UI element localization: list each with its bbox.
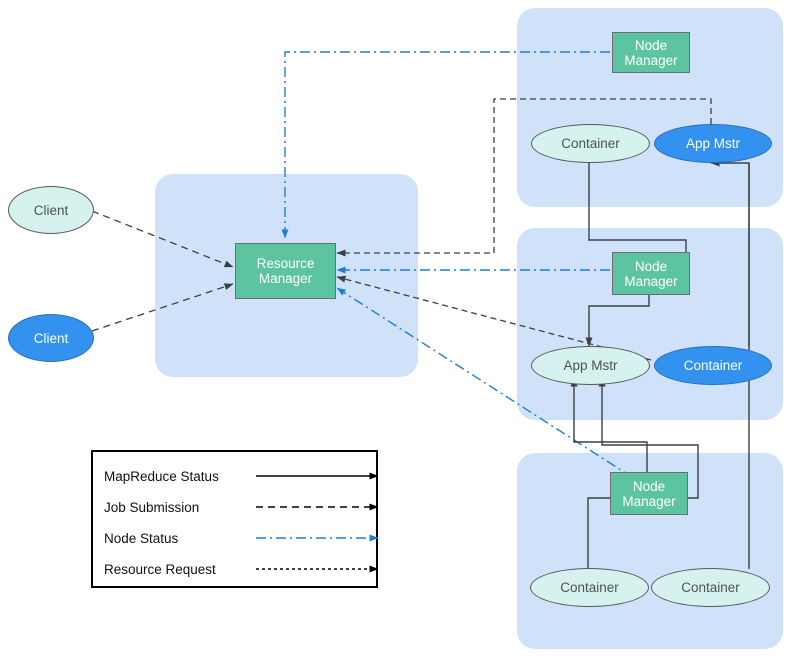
client-1[interactable]: Client — [8, 186, 94, 234]
wire-nm3-to-appmstr2 — [570, 377, 648, 472]
node-manager-1-label-line1: Node — [634, 37, 668, 53]
client-2-label: Client — [33, 330, 69, 346]
wire-container2-to-appmstr1 — [710, 159, 750, 346]
legend-sample-mapreduce-status — [256, 470, 379, 482]
client-1-label: Client — [33, 202, 69, 218]
wire-appmstr1-to-rm — [336, 98, 712, 257]
yarn-architecture-diagram: Client Client Resource Manager Node Mana… — [0, 0, 787, 661]
node-manager-1-box[interactable]: Node Manager — [612, 32, 690, 73]
node-manager-3-label-line2: Manager — [622, 493, 676, 509]
container-1-label: Container — [561, 136, 620, 151]
legend-label-resource-request: Resource Request — [104, 561, 216, 577]
legend-sample-job-submission — [256, 501, 379, 513]
legend-row-mapreduce-status: MapReduce Status — [104, 462, 379, 490]
container-4-label: Container — [681, 580, 740, 595]
client-2[interactable]: Client — [8, 314, 94, 362]
node-manager-3-label-line1: Node — [632, 478, 666, 494]
legend-row-job-submission: Job Submission — [104, 493, 379, 521]
node-manager-2-label-line1: Node — [634, 258, 668, 274]
container-3-label: Container — [560, 580, 619, 595]
node-manager-2-box[interactable]: Node Manager — [612, 252, 690, 295]
container-3[interactable]: Container — [530, 568, 649, 607]
resource-manager-box[interactable]: Resource Manager — [235, 243, 336, 299]
node-manager-3-box[interactable]: Node Manager — [610, 472, 688, 515]
app-mstr-2-label: App Mstr — [563, 358, 618, 373]
legend-row-node-status: Node Status — [104, 524, 379, 552]
node-manager-2-label-line2: Manager — [624, 273, 678, 289]
legend-row-resource-request: Resource Request — [104, 555, 379, 583]
container-1[interactable]: Container — [531, 124, 650, 163]
legend-sample-resource-request — [256, 563, 379, 575]
legend-label-mapreduce-status: MapReduce Status — [104, 468, 219, 484]
app-mstr-2[interactable]: App Mstr — [531, 346, 650, 385]
container-2-label: Container — [683, 358, 743, 373]
legend-sample-node-status — [256, 532, 379, 544]
legend-label-node-status: Node Status — [104, 530, 179, 546]
legend: MapReduce Status Job Submission Node Sta… — [91, 450, 379, 588]
wire-nm2-to-appmstr2 — [585, 292, 650, 347]
app-mstr-1[interactable]: App Mstr — [654, 124, 772, 163]
container-2[interactable]: Container — [654, 346, 772, 385]
legend-label-job-submission: Job Submission — [104, 499, 200, 515]
app-mstr-1-label: App Mstr — [685, 136, 740, 151]
resource-manager-label-line2: Manager — [258, 271, 313, 286]
resource-manager-label-line1: Resource — [256, 256, 315, 271]
container-4[interactable]: Container — [651, 568, 770, 607]
node-manager-1-label-line2: Manager — [624, 52, 678, 68]
wire-client1-to-rm — [91, 210, 234, 268]
wire-container1-to-nm2 — [588, 160, 687, 252]
wire-client2-to-rm — [91, 283, 234, 332]
